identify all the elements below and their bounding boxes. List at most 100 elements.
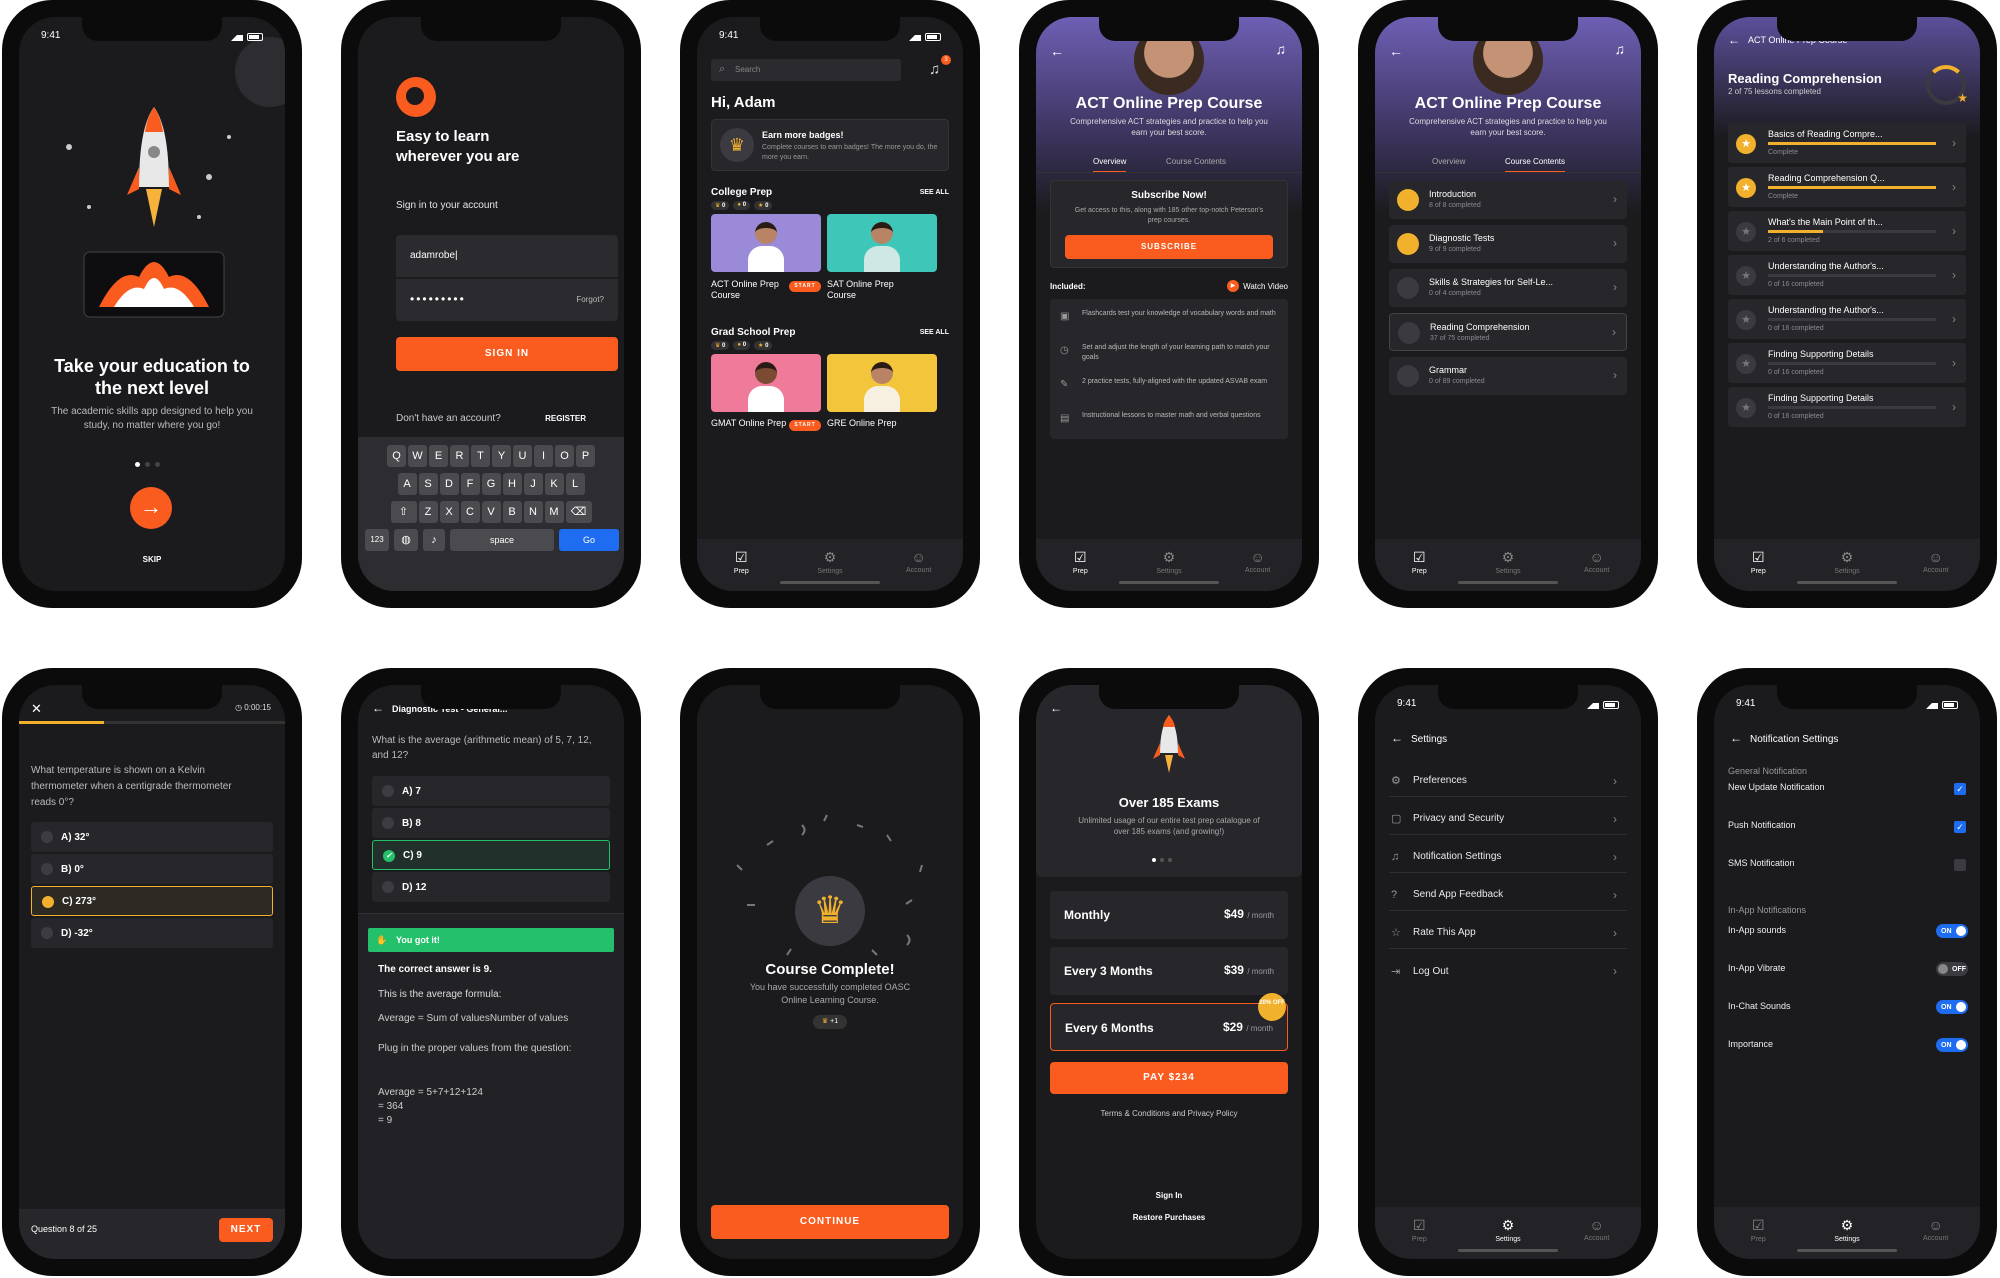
module-row[interactable]: Diagnostic Tests 9 of 9 completed › <box>1389 225 1627 263</box>
restore-purchases-link[interactable]: Restore Purchases <box>1036 1213 1302 1222</box>
answer-option[interactable]: A) 32° <box>31 822 273 852</box>
key-k[interactable]: K <box>544 473 564 495</box>
key-y[interactable]: Y <box>492 445 511 467</box>
settings-logout[interactable]: ⇥ Log Out › <box>1389 955 1627 987</box>
inapp-vibrate-toggle[interactable]: OFF <box>1936 962 1968 976</box>
key-a[interactable]: A <box>397 473 417 495</box>
inchat-sounds-toggle[interactable]: ON <box>1936 1000 1968 1014</box>
lesson-row[interactable]: ★ Basics of Reading Compre... Complete › <box>1728 123 1966 163</box>
username-field[interactable]: adamrobe| <box>396 235 618 277</box>
module-row[interactable]: Grammar 0 of 89 completed › <box>1389 357 1627 395</box>
key-d[interactable]: D <box>439 473 459 495</box>
lesson-row[interactable]: ★ Finding Supporting Details 0 of 16 compl… <box>1728 387 1966 427</box>
key-c[interactable]: C <box>460 501 480 523</box>
tab-account[interactable]: ☺ Account <box>1906 1217 1966 1259</box>
pay-button[interactable]: PAY $234 <box>1050 1062 1288 1094</box>
answer-option[interactable]: B) 8 <box>372 808 610 838</box>
tab-account[interactable]: ☺ Account <box>1567 1217 1627 1259</box>
mic-key[interactable]: ♪ <box>423 529 445 551</box>
tab-prep[interactable]: ☑ Prep <box>711 549 771 591</box>
back-arrow-icon[interactable]: ← <box>1730 731 1742 745</box>
sat-course-thumbnail[interactable] <box>827 214 937 272</box>
key-z[interactable]: Z <box>418 501 438 523</box>
start-button[interactable]: START <box>789 420 821 431</box>
next-button[interactable]: NEXT <box>219 1218 273 1242</box>
gmat-course-thumbnail[interactable] <box>711 354 821 412</box>
back-arrow-icon[interactable]: ← <box>1050 43 1064 59</box>
tab-prep[interactable]: ☑ Prep <box>1389 1217 1449 1259</box>
bell-icon[interactable]: ♫ <box>929 61 940 78</box>
new-update-checkbox[interactable]: ✓ <box>1954 783 1966 795</box>
back-arrow-icon[interactable]: ← <box>1050 701 1062 715</box>
settings-privacy[interactable]: ▢ Privacy and Security › <box>1389 803 1627 835</box>
plan-3-months[interactable]: Every 3 Months $39 / month <box>1050 947 1288 995</box>
tab-account[interactable]: ☺ Account <box>889 549 949 591</box>
tab-settings[interactable]: ⚙ Settings <box>1478 549 1538 591</box>
globe-key[interactable]: ◍ <box>394 529 418 551</box>
back-arrow-icon[interactable]: ← <box>1389 43 1403 59</box>
key-t[interactable]: T <box>471 445 490 467</box>
continue-button[interactable]: CONTINUE <box>711 1205 949 1239</box>
next-arrow-button[interactable]: → <box>130 487 172 529</box>
module-row[interactable]: Skills & Strategies for Self-Le... 0 of 4… <box>1389 269 1627 307</box>
settings-rate[interactable]: ☆ Rate This App › <box>1389 917 1627 949</box>
answer-option[interactable]: D) -32° <box>31 918 273 948</box>
module-row[interactable]: Reading Comprehension 37 of 75 completed › <box>1389 313 1627 351</box>
answer-option-correct[interactable]: ✓ C) 9 <box>372 840 610 870</box>
tab-settings[interactable]: ⚙ Settings <box>1478 1217 1538 1259</box>
key-x[interactable]: X <box>439 501 459 523</box>
key-e[interactable]: E <box>429 445 448 467</box>
key-u[interactable]: U <box>513 445 532 467</box>
tab-course-contents[interactable]: Course Contents <box>1505 157 1566 173</box>
act-course-thumbnail[interactable] <box>711 214 821 272</box>
tab-overview[interactable]: Overview <box>1432 157 1465 166</box>
plan-monthly[interactable]: Monthly $49 / month <box>1050 891 1288 939</box>
tab-settings[interactable]: ⚙ Settings <box>800 549 860 591</box>
key-p[interactable]: P <box>576 445 595 467</box>
password-field[interactable]: ••••••••• Forgot? <box>396 279 618 321</box>
inapp-sounds-toggle[interactable]: ON <box>1936 924 1968 938</box>
register-link[interactable]: REGISTER <box>545 414 586 423</box>
tab-prep[interactable]: ☑ Prep <box>1728 549 1788 591</box>
importance-toggle[interactable]: ON <box>1936 1038 1968 1052</box>
close-icon[interactable]: ✕ <box>31 701 42 717</box>
bell-icon[interactable]: ♫ <box>1276 41 1287 57</box>
key-l[interactable]: L <box>565 473 585 495</box>
back-arrow-icon[interactable]: ← <box>1391 731 1403 745</box>
key-o[interactable]: O <box>555 445 574 467</box>
back-arrow-icon[interactable]: ← <box>372 701 384 715</box>
settings-preferences[interactable]: ⚙ Preferences › <box>1389 765 1627 797</box>
tab-prep[interactable]: ☑ Prep <box>1389 549 1449 591</box>
terms-link[interactable]: Terms & Conditions and Privacy Policy <box>1036 1109 1302 1118</box>
watch-video-link[interactable]: ▶ Watch Video <box>1227 280 1288 292</box>
tab-prep[interactable]: ☑ Prep <box>1050 549 1110 591</box>
signin-button[interactable]: SIGN IN <box>396 337 618 371</box>
gre-course-thumbnail[interactable] <box>827 354 937 412</box>
tab-course-contents[interactable]: Course Contents <box>1166 157 1226 166</box>
key-j[interactable]: J <box>523 473 543 495</box>
skip-link[interactable]: SKIP <box>19 555 285 564</box>
space-key[interactable]: space <box>450 529 554 551</box>
tab-account[interactable]: ☺ Account <box>1567 549 1627 591</box>
key-f[interactable]: F <box>460 473 480 495</box>
signin-link[interactable]: Sign In <box>1036 1191 1302 1200</box>
sms-checkbox[interactable] <box>1954 859 1966 871</box>
key-w[interactable]: W <box>408 445 427 467</box>
answer-option[interactable]: B) 0° <box>31 854 273 884</box>
tab-prep[interactable]: ☑ Prep <box>1728 1217 1788 1259</box>
key-i[interactable]: I <box>534 445 553 467</box>
plan-6-months-selected[interactable]: Every 6 Months $29 / month <box>1050 1003 1288 1051</box>
key-s[interactable]: S <box>418 473 438 495</box>
lesson-row[interactable]: ★ Understanding the Author's... 0 of 16 co… <box>1728 255 1966 295</box>
key-b[interactable]: B <box>502 501 522 523</box>
answer-option[interactable]: A) 7 <box>372 776 610 806</box>
key-n[interactable]: N <box>523 501 543 523</box>
start-button[interactable]: START <box>789 281 821 292</box>
lesson-row[interactable]: ★ Reading Comprehension Q... Complete › <box>1728 167 1966 207</box>
see-all-grad[interactable]: SEE ALL <box>920 329 949 336</box>
go-key[interactable]: Go <box>559 529 619 551</box>
shift-key[interactable]: ⇧ <box>390 501 417 523</box>
tab-account[interactable]: ☺ Account <box>1228 549 1288 591</box>
tab-settings[interactable]: ⚙ Settings <box>1817 1217 1877 1259</box>
tab-settings[interactable]: ⚙ Settings <box>1817 549 1877 591</box>
